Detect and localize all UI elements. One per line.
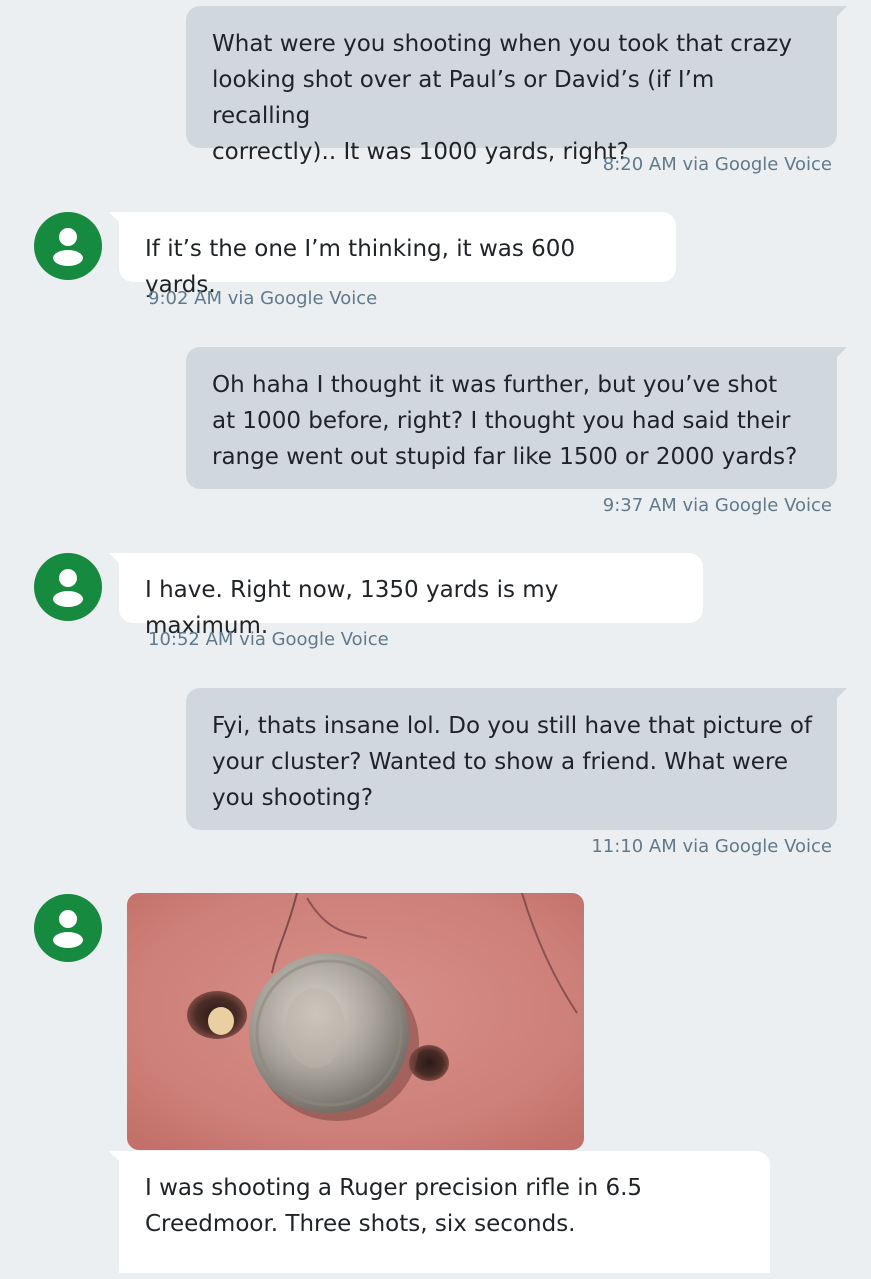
message-timestamp: 11:10 AM via Google Voice: [591, 836, 832, 857]
message-bubble-outgoing[interactable]: Oh haha I thought it was further, but yo…: [186, 347, 847, 489]
message-bubble-outgoing[interactable]: What were you shooting when you took tha…: [186, 6, 847, 165]
message-timestamp: 9:02 AM via Google Voice: [148, 288, 378, 309]
contact-avatar[interactable]: [34, 553, 102, 621]
contact-avatar[interactable]: [34, 212, 102, 280]
contact-avatar[interactable]: [34, 894, 102, 962]
message-bubble-incoming[interactable]: I was shooting a Ruger precision rifle i…: [109, 1151, 770, 1273]
attached-photo[interactable]: [127, 893, 584, 1150]
message-bubble-incoming[interactable]: I have. Right now, 1350 yards is my maxi…: [109, 553, 703, 639]
message-timestamp: 10:52 AM via Google Voice: [148, 629, 389, 650]
message-bubble-outgoing[interactable]: Fyi, thats insane lol. Do you still have…: [186, 688, 847, 830]
person-icon: [53, 910, 83, 948]
person-icon: [53, 569, 83, 607]
person-icon: [53, 228, 83, 266]
message-timestamp: 8:20 AM via Google Voice: [602, 154, 832, 175]
target-photo-image: [127, 893, 584, 1150]
message-bubble-incoming[interactable]: If it’s the one I’m thinking, it was 600…: [109, 212, 676, 298]
message-timestamp: 9:37 AM via Google Voice: [602, 495, 832, 516]
